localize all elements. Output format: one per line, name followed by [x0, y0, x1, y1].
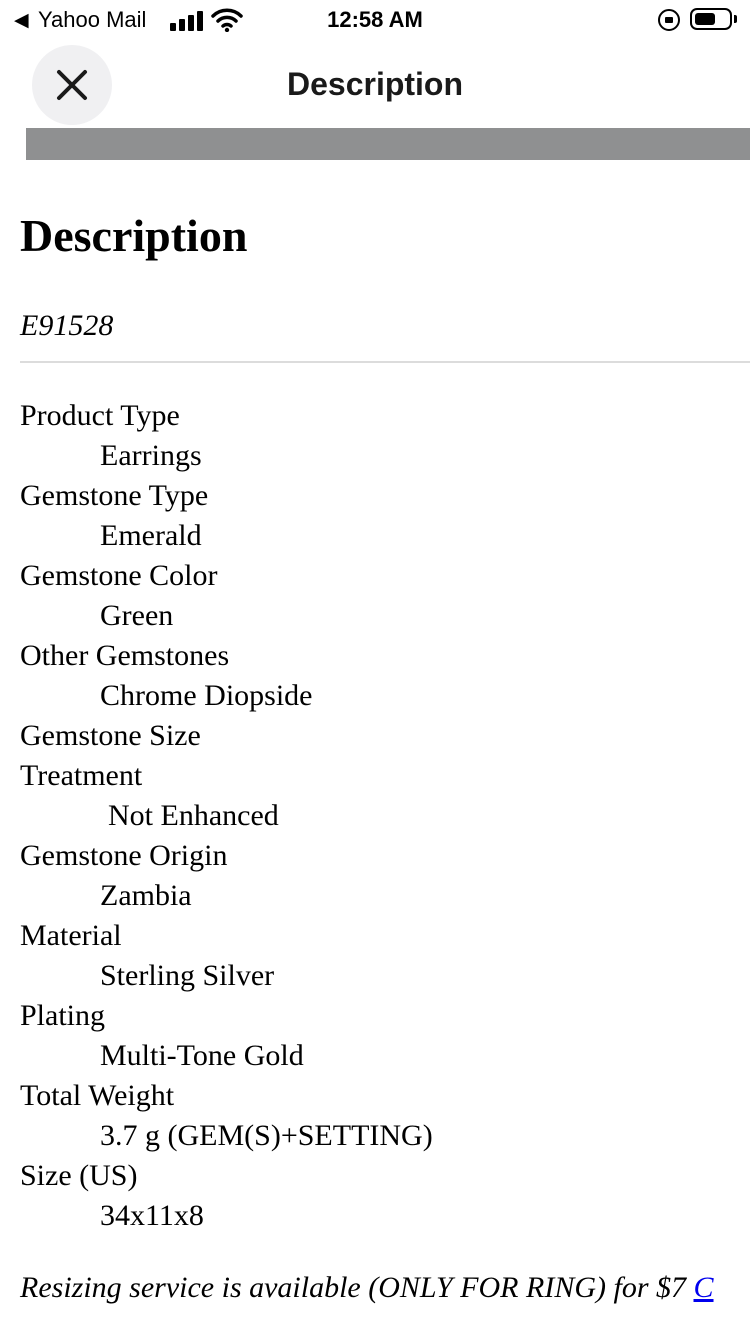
- spec-value: Sterling Silver: [100, 959, 275, 992]
- resize-note: Resizing service is available (ONLY FOR …: [20, 1268, 714, 1308]
- nav-title: Description: [286, 66, 464, 102]
- orientation-lock-icon: [658, 9, 680, 31]
- spec-value: Zambia: [100, 879, 192, 912]
- spec-value: Not Enhanced: [108, 799, 279, 832]
- resize-note-text: Resizing service is available (ONLY FOR …: [20, 1271, 694, 1304]
- spec-label: Gemstone Color: [20, 559, 218, 592]
- battery-icon: [690, 8, 732, 30]
- product-sku: E91528: [20, 309, 114, 342]
- nav-bar: Description: [0, 40, 750, 128]
- clock: 12:58 AM: [327, 7, 423, 32]
- divider: [20, 361, 750, 363]
- spec-label: Gemstone Origin: [20, 839, 228, 872]
- spec-label: Material: [20, 919, 122, 952]
- spec-label: Gemstone Type: [20, 479, 209, 512]
- spec-value: Emerald: [100, 519, 202, 552]
- description-heading: Description: [20, 210, 248, 261]
- product-image-strip: [26, 128, 750, 160]
- spec-label: Size (US): [20, 1159, 138, 1192]
- spec-value: 34x11x8: [100, 1199, 204, 1232]
- spec-label: Product Type: [20, 399, 180, 432]
- spec-value: Green: [100, 599, 174, 632]
- spec-value: Chrome Diopside: [100, 679, 313, 712]
- spec-value: Multi-Tone Gold: [100, 1039, 304, 1072]
- spec-list: Product Type Earrings Gemstone Type Emer…: [20, 396, 750, 1236]
- resize-link[interactable]: C: [694, 1271, 714, 1304]
- spec-value: 3.7 g (GEM(S)+SETTING): [100, 1119, 433, 1152]
- spec-label: Total Weight: [20, 1079, 175, 1112]
- spec-label: Other Gemstones: [20, 639, 230, 672]
- spec-value: Earrings: [100, 439, 202, 472]
- status-bar: ◀ Yahoo Mail 12:58 AM: [0, 0, 750, 40]
- spec-label: Treatment: [20, 759, 143, 792]
- battery-tip: [734, 15, 737, 23]
- spec-label: Plating: [20, 999, 106, 1032]
- spec-label: Gemstone Size: [20, 719, 201, 752]
